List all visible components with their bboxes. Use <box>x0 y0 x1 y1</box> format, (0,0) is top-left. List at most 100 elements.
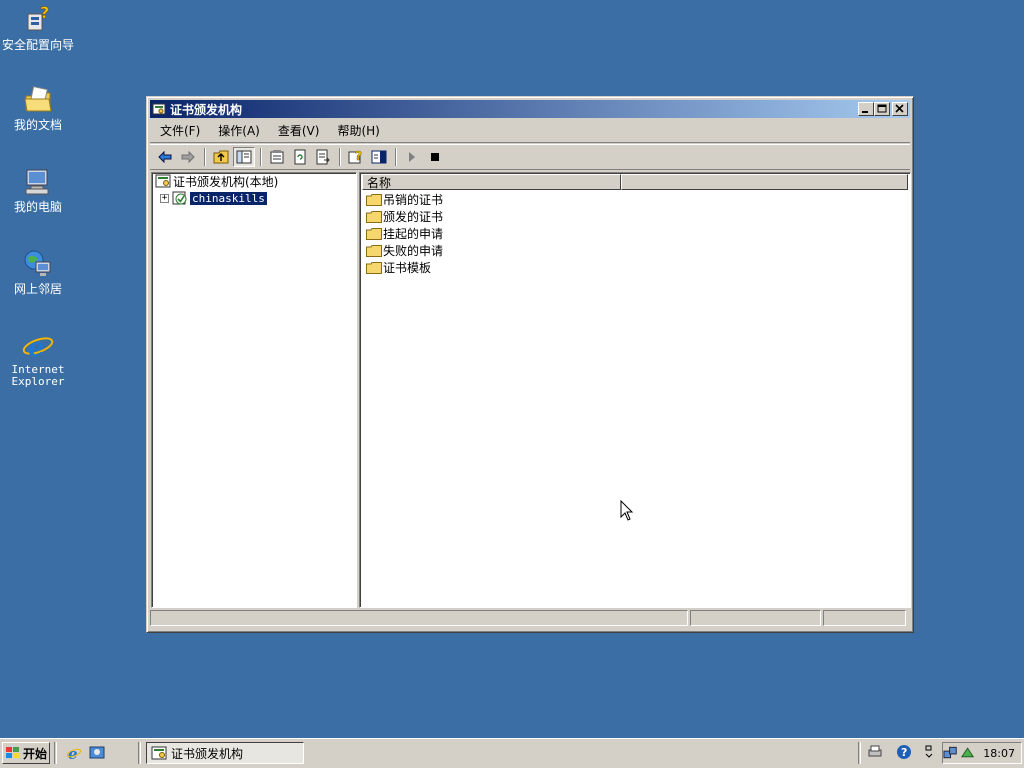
system-tray: 18:07 <box>942 742 1022 764</box>
folder-documents-icon <box>22 84 54 116</box>
stop-service-button[interactable] <box>424 147 446 167</box>
play-icon <box>409 152 415 162</box>
taskbar-separator <box>858 742 861 764</box>
column-header-name[interactable]: 名称 <box>362 174 621 190</box>
list-item[interactable]: 颁发的证书 <box>366 208 443 225</box>
minimize-icon <box>862 111 868 113</box>
certificate-authority-icon <box>155 174 173 188</box>
list-item[interactable]: 挂起的申请 <box>366 225 443 242</box>
show-hide-console-tree-button[interactable] <box>233 147 255 167</box>
console-tree-pane[interactable]: 证书颁发机构(本地) + chinaskills <box>151 172 357 608</box>
internet-explorer-icon: e <box>22 330 54 363</box>
ca-window[interactable]: 证书颁发机构 文件(F) 操作(A) 查看(V) 帮助(H) ? 证书颁发机构(… <box>146 96 914 633</box>
tree-root-item[interactable]: 证书颁发机构(本地) <box>155 173 278 189</box>
folder-icon <box>366 244 382 257</box>
results-pane[interactable]: 名称 吊销的证书 颁发的证书 挂起的申请 失败的申请 证书模板 <box>359 172 911 608</box>
window-title: 证书颁发机构 <box>170 102 243 117</box>
help-button[interactable]: ? <box>345 147 367 167</box>
forward-button[interactable] <box>177 147 199 167</box>
security-wizard-icon: ? <box>22 3 54 36</box>
desktop-icon-label: 我的文档 <box>13 118 62 132</box>
list-item-label: 证书模板 <box>383 261 432 275</box>
help-circle-icon[interactable]: ? <box>896 744 914 760</box>
mouse-cursor-icon <box>620 500 634 521</box>
list-item-label: 失败的申请 <box>383 244 444 258</box>
show-hide-action-pane-button[interactable] <box>368 147 390 167</box>
status-panel-main <box>150 610 688 626</box>
svg-text:?: ? <box>901 746 907 759</box>
security-icon[interactable] <box>960 745 975 761</box>
up-one-level-button[interactable] <box>210 147 232 167</box>
folder-icon <box>366 261 382 274</box>
menu-bar: 文件(F) 操作(A) 查看(V) 帮助(H) <box>150 120 910 143</box>
properties-icon <box>270 150 284 164</box>
quick-launch-ie-button[interactable]: e <box>64 743 84 763</box>
back-button[interactable] <box>154 147 176 167</box>
svg-text:?: ? <box>355 149 362 163</box>
start-button[interactable]: 开始 <box>2 742 50 764</box>
start-label: 开始 <box>23 746 48 761</box>
desktop-icon-my-computer[interactable]: 我的电脑 <box>0 166 78 214</box>
ca-server-check-icon <box>172 191 190 205</box>
toolbar-separator <box>395 148 397 166</box>
desktop-icon-network[interactable]: 网上邻居 <box>0 248 78 296</box>
list-column-headers: 名称 <box>362 174 908 190</box>
certificate-authority-icon <box>152 102 166 116</box>
refresh-button[interactable] <box>289 147 311 167</box>
column-header-empty[interactable] <box>621 174 908 190</box>
desktop-icon-label: 安全配置向导 <box>1 38 74 52</box>
list-item[interactable]: 吊销的证书 <box>366 191 443 208</box>
desktop-icon-label: Explorer <box>11 375 65 388</box>
menu-help[interactable]: 帮助(H) <box>327 121 387 141</box>
network-icon[interactable] <box>943 745 958 761</box>
stop-icon <box>431 153 439 161</box>
folder-icon <box>366 227 382 240</box>
list-item-label: 颁发的证书 <box>383 210 444 224</box>
close-button[interactable] <box>892 102 908 116</box>
expand-toggle[interactable]: + <box>160 193 169 203</box>
tree-root-label: 证书颁发机构(本地) <box>173 174 279 189</box>
list-item-label: 挂起的申请 <box>383 227 444 241</box>
maximize-icon <box>877 104 887 113</box>
window-titlebar[interactable]: 证书颁发机构 <box>150 100 910 118</box>
export-list-button[interactable] <box>312 147 334 167</box>
taskbar-button-label: 证书颁发机构 <box>171 746 244 761</box>
taskbar: 开始 e 证书颁发机构 ? 18:07 <box>0 738 1024 768</box>
menu-action[interactable]: 操作(A) <box>208 121 268 141</box>
toolbar: ? <box>150 144 910 170</box>
help-icon: ? <box>348 149 362 164</box>
menu-view[interactable]: 查看(V) <box>268 121 328 141</box>
desktop-icon-my-documents[interactable]: 我的文档 <box>0 84 78 132</box>
folder-up-icon <box>213 150 229 164</box>
toolbar-separator <box>339 148 341 166</box>
windows-logo-icon <box>6 747 19 758</box>
properties-button[interactable] <box>266 147 288 167</box>
desktop-icon-security-wizard[interactable]: ? 安全配置向导 <box>0 3 78 52</box>
console-tree-icon <box>236 150 252 164</box>
refresh-icon <box>294 149 306 165</box>
start-service-button[interactable] <box>401 147 423 167</box>
desktop-icon-label: 网上邻居 <box>13 282 62 296</box>
desktop-icon-internet-explorer[interactable]: e Internet Explorer <box>0 330 78 388</box>
list-item[interactable]: 证书模板 <box>366 259 431 276</box>
status-panel-2 <box>690 610 821 626</box>
computer-icon <box>22 166 54 198</box>
tray-expand-icon[interactable] <box>924 744 934 760</box>
minimize-button[interactable] <box>858 102 874 116</box>
network-globe-icon <box>22 248 54 280</box>
taskbar-button-ca[interactable]: 证书颁发机构 <box>146 742 304 764</box>
quick-launch-desktop-button[interactable] <box>87 743 107 763</box>
folder-icon <box>366 193 382 206</box>
toolbar-separator <box>260 148 262 166</box>
list-item[interactable]: 失败的申请 <box>366 242 443 259</box>
svg-text:e: e <box>28 333 45 362</box>
back-arrow-icon <box>158 150 172 164</box>
printer-icon[interactable] <box>866 744 884 760</box>
show-desktop-icon <box>89 746 105 759</box>
folder-icon <box>366 210 382 223</box>
clock[interactable]: 18:07 <box>983 747 1015 760</box>
tree-item-chinaskills[interactable]: + chinaskills <box>160 190 268 206</box>
action-pane-icon <box>371 150 387 164</box>
maximize-button[interactable] <box>874 102 890 116</box>
menu-file[interactable]: 文件(F) <box>150 121 208 141</box>
